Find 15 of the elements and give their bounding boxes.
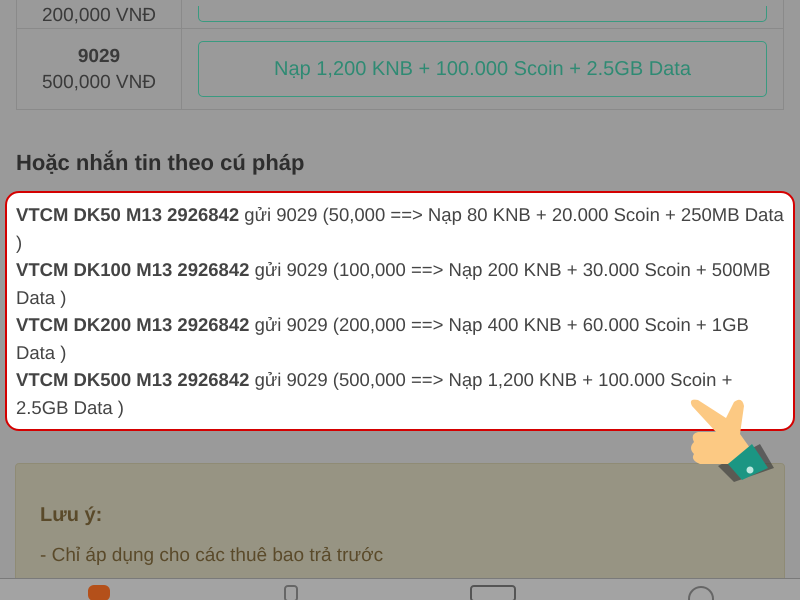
nav-icon[interactable] xyxy=(686,585,714,600)
nav-icon[interactable] xyxy=(86,585,112,600)
price-text: 200,000 VNĐ xyxy=(42,4,156,28)
note-title: Lưu ý: xyxy=(40,503,104,528)
nav-icon[interactable] xyxy=(470,585,516,600)
sms-syntax-line: VTCM DK50 M13 2926842 gửi 9029 (50,000 ==> Nạp 80 KNB + 20.000 Scoin + 250MB Data ) xyxy=(16,203,784,255)
price-text: 500,000 VNĐ xyxy=(42,71,156,96)
offer-button[interactable]: Nạp 1,200 KNB + 100.000 Scoin + 2.5GB Data xyxy=(198,41,767,97)
sms-number: 9029 xyxy=(78,44,120,69)
section-heading: Hoặc nhắn tin theo cú pháp xyxy=(16,149,306,177)
note-text: - Chỉ áp dụng cho các thuê bao trả trước xyxy=(40,544,384,568)
sms-syntax-line: VTCM DK100 M13 2926842 gửi 9029 (100,000 ==> Nạp 200 KNB + 30.000 Scoin + 500MB Data ) xyxy=(16,258,772,310)
nav-icon[interactable] xyxy=(282,585,298,600)
sms-syntax-line: VTCM DK500 M13 2926842 gửi 9029 (500,000 ==> Nạp 1,200 KNB + 100.000 Scoin + 2.5GB Data ) xyxy=(16,368,734,420)
sms-syntax-line: VTCM DK200 M13 2926842 gửi 9029 (200,000 ==> Nạp 400 KNB + 60.000 Scoin + 1GB Data ) xyxy=(16,313,750,365)
